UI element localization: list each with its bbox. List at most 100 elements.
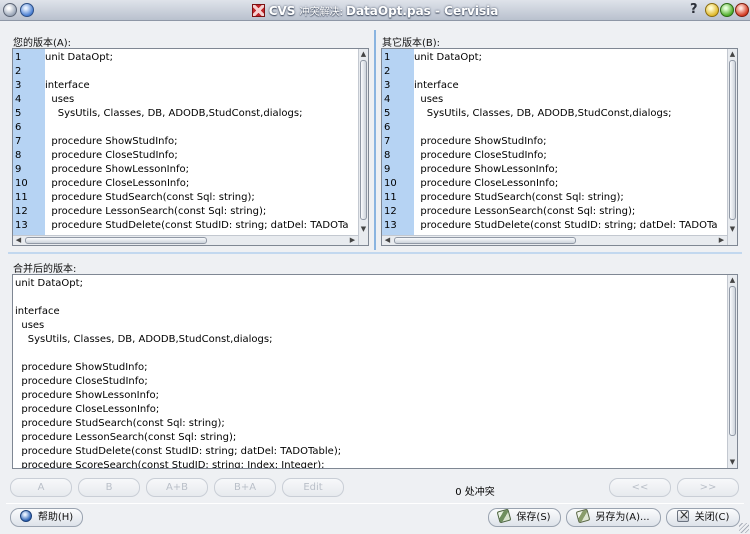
scroll-thumb[interactable] <box>25 237 207 244</box>
minimize-icon[interactable] <box>705 3 719 17</box>
merged-code-line[interactable]: procedure LessonSearch(const Sql: string… <box>13 431 727 445</box>
scroll-left-icon[interactable]: ◀ <box>14 236 23 245</box>
code-line: 9 procedure ShowLessonInfo; <box>382 163 727 177</box>
horizontal-scrollbar[interactable]: ◀ ▶ <box>382 235 727 245</box>
line-number: 5 <box>384 108 391 119</box>
code-line: 8 procedure CloseStudInfo; <box>13 149 358 163</box>
line-number: 6 <box>384 122 391 133</box>
scroll-down-icon[interactable]: ▼ <box>359 225 368 234</box>
scroll-up-icon[interactable]: ▲ <box>728 50 737 59</box>
merged-code-line[interactable]: procedure ShowStudInfo; <box>13 361 727 375</box>
horizontal-splitter[interactable] <box>8 250 742 256</box>
code-line: 1 unit DataOpt; <box>382 51 727 65</box>
line-text: procedure StudSearch(const Sql: string); <box>414 192 624 203</box>
line-number: 11 <box>15 192 28 203</box>
edit-button[interactable]: Edit <box>282 478 344 497</box>
merged-code-line[interactable]: procedure ShowLessonInfo; <box>13 389 727 403</box>
line-text: procedure CloseStudInfo; <box>414 150 547 161</box>
line-text: procedure LessonSearch(const Sql: string… <box>414 206 636 217</box>
merged-code-line[interactable]: procedure StudDelete(const StudID: strin… <box>13 445 727 459</box>
line-text: procedure ShowStudInfo; <box>414 136 547 147</box>
merged-code-line[interactable]: interface <box>13 305 727 319</box>
code-line: 10 procedure CloseLessonInfo; <box>13 177 358 191</box>
app-name: CVS <box>268 4 296 18</box>
code-lines-a: 1 unit DataOpt; 2 3 interface 4 uses 5 SysUtil… <box>13 51 358 233</box>
merged-code-line[interactable] <box>13 347 727 361</box>
horizontal-scrollbar[interactable]: ◀ ▶ <box>13 235 358 245</box>
vertical-splitter[interactable] <box>372 30 378 250</box>
previous-conflict-button[interactable]: << <box>609 478 671 497</box>
maximize-icon[interactable] <box>720 3 734 17</box>
close-window-icon[interactable] <box>735 3 749 17</box>
vertical-scrollbar[interactable]: ▲ ▼ <box>358 49 368 245</box>
scroll-down-icon[interactable]: ▼ <box>728 225 737 234</box>
vertical-scrollbar[interactable]: ▲ ▼ <box>727 275 737 468</box>
merged-code-line[interactable]: unit DataOpt; <box>13 277 727 291</box>
line-text: SysUtils, Classes, DB, ADODB,StudConst,d… <box>45 108 303 119</box>
scroll-left-icon[interactable]: ◀ <box>383 236 392 245</box>
line-number: 8 <box>15 150 22 161</box>
line-text: SysUtils, Classes, DB, ADODB,StudConst,d… <box>414 108 672 119</box>
title-filename: DataOpt.pas - Cervisia <box>346 4 499 18</box>
code-line: 12 procedure LessonSearch(const Sql: str… <box>13 205 358 219</box>
vertical-scrollbar[interactable]: ▲ ▼ <box>727 49 737 245</box>
code-line: 8 procedure CloseStudInfo; <box>382 149 727 163</box>
help-icon <box>19 510 32 522</box>
scroll-thumb[interactable] <box>394 237 576 244</box>
resize-grip[interactable] <box>739 523 749 533</box>
scroll-thumb[interactable] <box>729 60 736 220</box>
save-button-label: 保存(S) <box>516 512 551 523</box>
scroll-thumb[interactable] <box>360 60 367 220</box>
merged-code-line[interactable]: procedure CloseLessonInfo; <box>13 403 727 417</box>
code-line: 5 SysUtils, Classes, DB, ADODB,StudConst… <box>13 107 358 121</box>
code-line: 10 procedure CloseLessonInfo; <box>382 177 727 191</box>
line-text: unit DataOpt; <box>414 52 482 63</box>
code-line: 3 interface <box>13 79 358 93</box>
conflict-count-status: 0 处冲突 <box>455 487 495 498</box>
close-button-label: 关闭(C) <box>694 512 730 523</box>
scroll-right-icon[interactable]: ▶ <box>717 236 726 245</box>
code-line: 11 procedure StudSearch(const Sql: strin… <box>382 191 727 205</box>
line-text: procedure StudDelete(const StudID: strin… <box>45 220 349 231</box>
choose-a-plus-b-button[interactable]: A+B <box>146 478 208 497</box>
line-text: procedure ShowLessonInfo; <box>414 164 558 175</box>
merged-version-editor[interactable]: unit DataOpt; interface uses SysUtils, Cl… <box>12 274 738 469</box>
line-number: 4 <box>384 94 391 105</box>
other-version-pane[interactable]: 1 unit DataOpt; 2 3 interface 4 uses 5 SysUtil… <box>381 48 738 246</box>
title-bar: CVS 冲突解决: DataOpt.pas - Cervisia ? <box>0 0 750 21</box>
line-number: 9 <box>15 164 22 175</box>
line-number: 13 <box>15 220 28 231</box>
scroll-thumb[interactable] <box>729 286 736 436</box>
choose-b-button[interactable]: B <box>78 478 140 497</box>
help-question-icon[interactable]: ? <box>690 2 702 17</box>
code-line: 4 uses <box>382 93 727 107</box>
scroll-down-icon[interactable]: ▼ <box>728 458 737 467</box>
next-conflict-button[interactable]: >> <box>677 478 739 497</box>
your-version-label: 您的版本(A): <box>13 38 72 49</box>
merged-code-line[interactable] <box>13 291 727 305</box>
merged-code-line[interactable]: SysUtils, Classes, DB, ADODB,StudConst,d… <box>13 333 727 347</box>
line-text: procedure ShowStudInfo; <box>45 136 178 147</box>
save-as-button[interactable]: 另存为(A)... <box>566 508 661 527</box>
line-number: 11 <box>384 192 397 203</box>
help-button[interactable]: 帮助(H) <box>10 508 83 527</box>
close-button[interactable]: 关闭(C) <box>666 507 740 527</box>
save-as-button-label: 另存为(A)... <box>595 512 650 523</box>
choose-a-button[interactable]: A <box>10 478 72 497</box>
merged-code-lines[interactable]: unit DataOpt; interface uses SysUtils, Cl… <box>13 277 727 468</box>
merged-code-line[interactable]: procedure ScoreSearch(const StudID: stri… <box>13 459 727 468</box>
line-text: procedure CloseLessonInfo; <box>414 178 559 189</box>
save-button[interactable]: 保存(S) <box>488 508 561 527</box>
merged-code-line[interactable]: procedure CloseStudInfo; <box>13 375 727 389</box>
line-number: 6 <box>15 122 22 133</box>
merged-code-line[interactable]: procedure StudSearch(const Sql: string); <box>13 417 727 431</box>
your-version-pane[interactable]: 1 unit DataOpt; 2 3 interface 4 uses 5 SysUtil… <box>12 48 369 246</box>
choose-b-plus-a-button[interactable]: B+A <box>214 478 276 497</box>
code-line: 2 <box>13 65 358 79</box>
scroll-up-icon[interactable]: ▲ <box>359 50 368 59</box>
scroll-right-icon[interactable]: ▶ <box>348 236 357 245</box>
merged-code-line[interactable]: uses <box>13 319 727 333</box>
bottom-separator <box>6 503 744 504</box>
line-number: 2 <box>15 66 22 77</box>
scroll-up-icon[interactable]: ▲ <box>728 276 737 285</box>
